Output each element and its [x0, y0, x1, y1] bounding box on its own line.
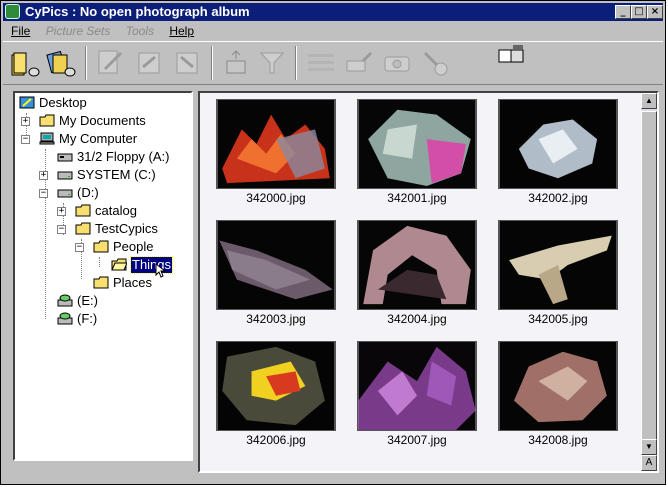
- computer-icon: [39, 132, 55, 145]
- folder-icon: [75, 204, 91, 217]
- cdrom-icon: [57, 312, 73, 325]
- folder-icon: [93, 276, 109, 289]
- collapse-icon[interactable]: −: [57, 225, 66, 234]
- thumbnail-image: [216, 220, 336, 310]
- toolbar-separator: [295, 46, 297, 80]
- toolbar-separator: [85, 46, 87, 80]
- close-button[interactable]: ×: [647, 5, 663, 19]
- text-icon[interactable]: [305, 47, 337, 79]
- thumbnail-filename: 342001.jpg: [387, 191, 447, 205]
- menu-help[interactable]: Help: [169, 24, 194, 38]
- settings-icon[interactable]: [419, 47, 451, 79]
- thumbnail-item[interactable]: 342005.jpg: [498, 220, 620, 330]
- thumbnail-item[interactable]: 342003.jpg: [216, 220, 338, 330]
- folder-icon: [75, 222, 91, 235]
- thumbnail-view[interactable]: 342000.jpg 342001.jpg 342002.jpg 342003.…: [198, 91, 659, 473]
- vertical-scrollbar[interactable]: ▲ ▼ A: [641, 93, 657, 471]
- thumbnail-image: [216, 341, 336, 431]
- thumbnail-filename: 342007.jpg: [387, 433, 447, 447]
- thumbnail-filename: 342000.jpg: [246, 191, 306, 205]
- thumbnail-image: [498, 341, 618, 431]
- scrollbar-thumb[interactable]: [641, 111, 657, 441]
- thumbnail-image: [357, 220, 477, 310]
- title-bar[interactable]: CyPics : No open photograph album _ □ ×: [3, 3, 663, 21]
- thumbnail-item[interactable]: 342001.jpg: [357, 99, 479, 209]
- folder-icon: [39, 114, 55, 127]
- folder-tree[interactable]: Desktop + My Documents − My Computer 31/…: [13, 91, 193, 461]
- expand-icon[interactable]: +: [57, 207, 66, 216]
- scroll-down-button[interactable]: ▼: [641, 439, 657, 455]
- thumbnail-filename: 342005.jpg: [528, 312, 588, 326]
- thumbnail-filename: 342008.jpg: [528, 433, 588, 447]
- toolbar: [3, 41, 663, 85]
- thumbnail-item[interactable]: 342006.jpg: [216, 341, 338, 451]
- thumbnail-filename: 342002.jpg: [528, 191, 588, 205]
- thumbnail-item[interactable]: 342000.jpg: [216, 99, 338, 209]
- thumbnail-item[interactable]: 342008.jpg: [498, 341, 620, 451]
- menu-picture-sets[interactable]: Picture Sets: [46, 24, 111, 38]
- paint-icon[interactable]: [343, 47, 375, 79]
- collapse-icon[interactable]: −: [75, 243, 84, 252]
- sort-icon[interactable]: [221, 47, 253, 79]
- menu-tools[interactable]: Tools: [126, 24, 154, 38]
- text-size-button[interactable]: A: [641, 455, 657, 471]
- menu-bar: File Picture Sets Tools Help: [3, 22, 198, 40]
- collapse-icon[interactable]: −: [39, 189, 48, 198]
- thumbnail-image: [357, 99, 477, 189]
- thumbnail-image: [498, 99, 618, 189]
- floppy-icon: [57, 153, 73, 162]
- book-icon[interactable]: [495, 42, 527, 74]
- maximize-button[interactable]: □: [631, 5, 647, 19]
- thumbnail-item[interactable]: 342004.jpg: [357, 220, 479, 330]
- thumbnail-filename: 342006.jpg: [246, 433, 306, 447]
- new-album-icon[interactable]: [45, 47, 77, 79]
- thumbnail-filename: 342003.jpg: [246, 312, 306, 326]
- desktop-icon: [19, 96, 35, 109]
- thumbnail-item[interactable]: 342007.jpg: [357, 341, 479, 451]
- filter-icon[interactable]: [257, 47, 289, 79]
- collapse-icon[interactable]: −: [21, 135, 30, 144]
- expand-icon[interactable]: +: [39, 171, 48, 180]
- minimize-button[interactable]: _: [615, 5, 631, 19]
- camera-icon[interactable]: [381, 47, 413, 79]
- scroll-up-button[interactable]: ▲: [641, 93, 657, 109]
- edit-icon[interactable]: [95, 47, 127, 79]
- drive-icon: [57, 189, 73, 198]
- menu-file[interactable]: File: [11, 24, 30, 38]
- thumbnail-filename: 342004.jpg: [387, 312, 447, 326]
- app-window: CyPics : No open photograph album _ □ × …: [0, 0, 666, 485]
- window-title: CyPics : No open photograph album: [25, 4, 250, 19]
- app-icon[interactable]: [5, 4, 20, 19]
- thumbnail-item[interactable]: 342002.jpg: [498, 99, 620, 209]
- open-folder-icon: [111, 258, 127, 271]
- mouse-cursor-icon: [155, 263, 167, 278]
- thumbnail-image: [216, 99, 336, 189]
- export-icon[interactable]: [133, 47, 165, 79]
- cdrom-icon: [57, 294, 73, 307]
- import-icon[interactable]: [171, 47, 203, 79]
- thumbnail-image: [498, 220, 618, 310]
- drive-icon: [57, 171, 73, 180]
- thumbnail-image: [357, 341, 477, 431]
- expand-icon[interactable]: +: [21, 117, 30, 126]
- folder-icon: [93, 240, 109, 253]
- toolbar-separator: [211, 46, 213, 80]
- open-album-icon[interactable]: [9, 47, 41, 79]
